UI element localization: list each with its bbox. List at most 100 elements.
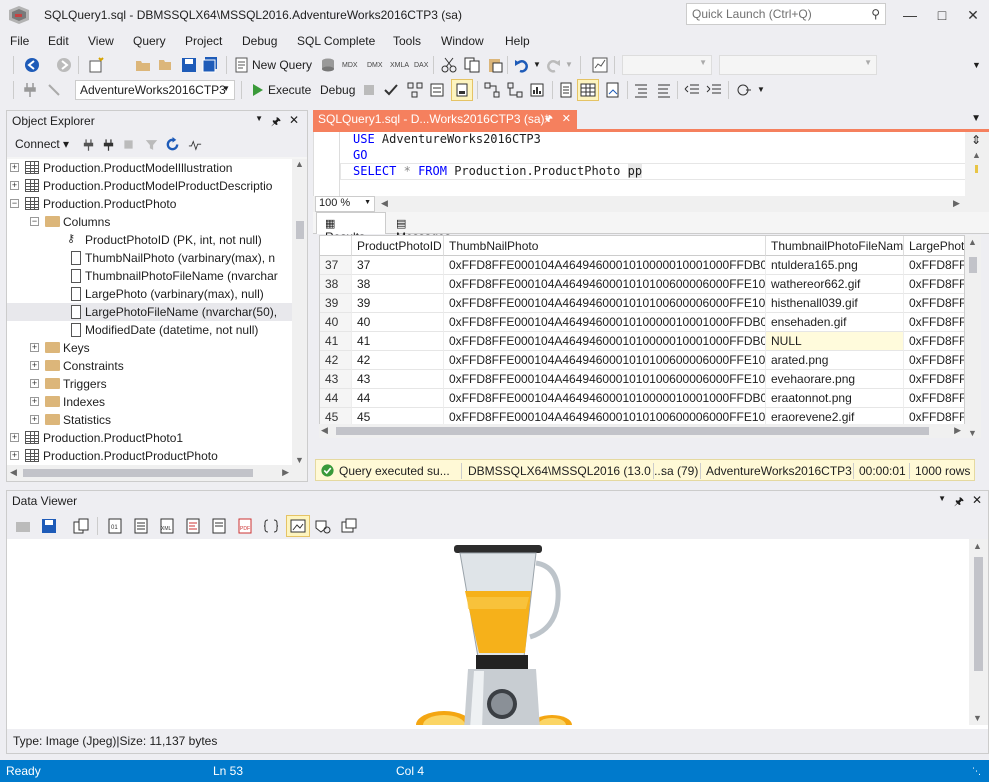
grid-horizontal-scrollbar[interactable]: ◀ ▶ [319, 424, 965, 438]
text-view-icon[interactable] [133, 518, 149, 534]
filter-icon[interactable] [145, 138, 158, 152]
execute-button[interactable]: Execute [268, 83, 311, 97]
table-row[interactable]: 39 39 0xFFD8FFE000104A46494600010101006000… [320, 294, 964, 313]
menu-file[interactable]: File [10, 34, 29, 48]
table-cell[interactable]: 38 [352, 275, 444, 294]
new-project-icon[interactable] [88, 57, 104, 73]
row-number[interactable]: 44 [320, 389, 352, 408]
disconnect-icon[interactable] [46, 82, 62, 98]
tree-item[interactable]: + Triggers [7, 375, 292, 393]
tree-item[interactable]: + Statistics [7, 411, 292, 429]
expand-icon[interactable]: + [30, 343, 39, 352]
row-number[interactable]: 37 [320, 256, 352, 275]
parse-icon[interactable] [383, 82, 399, 98]
menu-project[interactable]: Project [185, 34, 222, 48]
uncomment-icon[interactable] [656, 82, 672, 98]
html-view-icon[interactable] [185, 518, 201, 534]
table-row[interactable]: 40 40 0xFFD8FFE000104A46494600010100000100… [320, 313, 964, 332]
include-actual-plan-icon[interactable] [484, 82, 500, 98]
pdf-view-icon[interactable]: PDF [237, 518, 253, 534]
tree-item[interactable]: + Production.ProductModelIllustration [7, 159, 292, 177]
table-cell[interactable]: wathereor662.gif [766, 275, 904, 294]
undo-icon[interactable] [514, 57, 530, 73]
expand-icon[interactable]: + [30, 397, 39, 406]
tab-list-dropdown-icon[interactable]: ▼ [971, 113, 981, 124]
tab-close-icon[interactable]: ✕ [562, 112, 571, 125]
copy-icon[interactable] [464, 57, 480, 73]
tab-pin-icon[interactable]: 🖈 [544, 112, 553, 129]
query-options-icon[interactable] [429, 82, 445, 98]
expand-icon[interactable]: + [30, 361, 39, 370]
tree-item[interactable]: + Production.ProductPhoto1 [7, 429, 292, 447]
table-row[interactable]: 44 44 0xFFD8FFE000104A46494600010100000100… [320, 389, 964, 408]
table-cell[interactable]: 0xFFD8FFE000104A464946000101000001000100… [444, 256, 766, 275]
table-cell[interactable]: 0xFFD8FF [904, 275, 964, 294]
tree-item[interactable]: − Production.ProductPhoto [7, 195, 292, 213]
load-icon[interactable] [15, 518, 31, 534]
table-cell[interactable]: 40 [352, 313, 444, 332]
table-cell[interactable]: 0xFFD8FFE000104A464946000101010060000600… [444, 275, 766, 294]
table-cell[interactable]: histhenall039.gif [766, 294, 904, 313]
table-cell[interactable]: 0xFFD8FFE000104A464946000101000001000100… [444, 313, 766, 332]
table-cell[interactable]: 37 [352, 256, 444, 275]
expand-icon[interactable]: + [30, 379, 39, 388]
table-row[interactable]: 42 42 0xFFD8FFE000104A46494600010101006000… [320, 351, 964, 370]
table-cell[interactable]: 0xFFD8FF [904, 256, 964, 275]
tree-item[interactable]: ThumbNailPhoto (varbinary(max), n [7, 249, 292, 267]
open-folder-icon[interactable] [158, 57, 174, 73]
tree-item[interactable]: + Keys [7, 339, 292, 357]
comment-out-icon[interactable] [633, 82, 649, 98]
image-vertical-scrollbar[interactable]: ▲ ▼ [969, 539, 988, 725]
document-tab-active[interactable]: SQLQuery1.sql - D...Works2016CTP3 (sa)* … [313, 110, 577, 129]
back-icon[interactable] [24, 57, 40, 73]
database-engine-query-icon[interactable] [320, 57, 336, 73]
table-cell[interactable]: 43 [352, 370, 444, 389]
table-cell[interactable]: 42 [352, 351, 444, 370]
data-viewer-close-icon[interactable]: ✕ [972, 493, 982, 507]
new-query-button[interactable]: New Query [252, 58, 312, 72]
decrease-indent-icon[interactable] [684, 82, 700, 98]
results-to-text-icon[interactable] [558, 82, 574, 98]
table-cell[interactable]: evehaorare.png [766, 370, 904, 389]
tree-item[interactable]: ⚷ ProductPhotoID (PK, int, not null) [7, 231, 292, 249]
expand-icon[interactable]: + [30, 415, 39, 424]
table-row[interactable]: 37 37 0xFFD8FFE000104A46494600010100000100… [320, 256, 964, 275]
menu-tools[interactable]: Tools [393, 34, 421, 48]
close-button[interactable]: ✕ [958, 4, 988, 26]
table-cell[interactable]: 0xFFD8FF [904, 370, 964, 389]
expand-icon[interactable]: + [10, 163, 19, 172]
table-cell[interactable]: 0xFFD8FF [904, 351, 964, 370]
row-number[interactable]: 39 [320, 294, 352, 313]
tree-hscroll-thumb[interactable] [23, 469, 253, 477]
table-cell[interactable]: NULL [766, 332, 904, 351]
results-to-grid-toggle[interactable] [577, 79, 599, 101]
maximize-button[interactable]: □ [927, 4, 957, 26]
tree-item[interactable]: + Constraints [7, 357, 292, 375]
editor-vertical-scrollbar[interactable]: ⇕ ▲ [965, 132, 989, 196]
column-header[interactable]: ThumbnailPhotoFileName [766, 236, 904, 256]
menu-query[interactable]: Query [133, 34, 166, 48]
tree-horizontal-scrollbar[interactable]: ◀ ▶ [7, 465, 307, 481]
connect-object-explorer-icon[interactable] [82, 138, 95, 152]
table-cell[interactable]: 0xFFD8FFE000104A464946000101000001000100… [444, 332, 766, 351]
tree-scroll-thumb[interactable] [296, 221, 304, 239]
toolbar-overflow-icon[interactable]: ▼ [972, 60, 981, 70]
image-view-toggle[interactable] [286, 515, 310, 537]
menu-help[interactable]: Help [505, 34, 530, 48]
solution-platform-combo[interactable]: ▼ [719, 55, 877, 75]
quick-launch-input[interactable]: Quick Launch (Ctrl+Q) ⚲ [686, 3, 886, 25]
expand-icon[interactable]: + [10, 451, 19, 460]
tree-item[interactable]: − Columns [7, 213, 292, 231]
spatial-view-icon[interactable] [315, 518, 331, 534]
collapse-icon[interactable]: − [30, 217, 39, 226]
tree-item[interactable]: LargePhotoFileName (nvarchar(50), [7, 303, 292, 321]
tab-results[interactable]: ▦ Results [316, 212, 386, 244]
row-number[interactable]: 43 [320, 370, 352, 389]
specify-template-values-icon[interactable] [736, 82, 752, 98]
xml-view-icon[interactable]: XML [159, 518, 175, 534]
dv-save-icon[interactable] [41, 518, 57, 534]
increase-indent-icon[interactable] [706, 82, 722, 98]
tree-item[interactable]: ThumbnailPhotoFileName (nvarchar [7, 267, 292, 285]
toolbar2-overflow-icon[interactable]: ▼ [757, 85, 765, 94]
tree-item[interactable]: + Indexes [7, 393, 292, 411]
